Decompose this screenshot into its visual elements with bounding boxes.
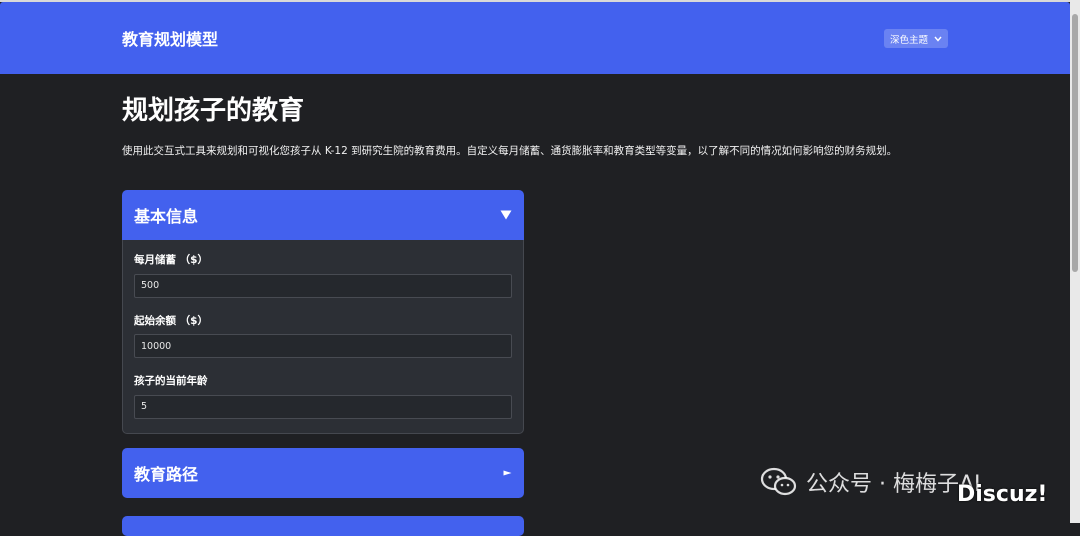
triangle-down-icon[interactable] [500, 210, 512, 220]
scrollbar-thumb[interactable] [1072, 14, 1078, 272]
panel-education-path: 教育路径 [122, 448, 524, 498]
panel-basic-info: 基本信息 每月储蓄 （$） 起始余额 （$） 孩子的当前年龄 [122, 190, 524, 434]
panel-title: 基本信息 [134, 207, 199, 226]
monthly-savings-input[interactable] [134, 273, 512, 298]
starting-balance-label: 起始余额 （$） [134, 314, 208, 327]
wechat-icon [760, 467, 797, 496]
child-age-input[interactable] [134, 394, 512, 419]
panel-title: 教育路径 [134, 465, 199, 484]
monthly-savings-label: 每月储蓄 （$） [134, 254, 208, 266]
panel-basic-info-body: 每月储蓄 （$） 起始余额 （$） 孩子的当前年龄 [122, 240, 524, 434]
page-title: 规划孩子的教育 [122, 96, 305, 126]
app-title: 教育规划模型 [122, 30, 219, 49]
starting-balance-input[interactable] [134, 334, 512, 358]
panel-next-header[interactable] [122, 516, 524, 536]
panel-education-path-header[interactable]: 教育路径 [122, 448, 524, 498]
discuz-badge: Discuz! [957, 482, 1048, 507]
panel-next [122, 516, 524, 536]
watermark-text: 公众号 · 梅梅子AI [806, 472, 981, 497]
watermark: 公众号 · 梅梅子AI [760, 466, 981, 498]
triangle-right-icon[interactable] [503, 470, 512, 476]
child-age-label: 孩子的当前年龄 [134, 375, 208, 387]
theme-select-value: 深色主题 [889, 34, 928, 46]
intro-text: 使用此交互式工具来规划和可视化您孩子从 K-12 到研究生院的教育费用。自定义每… [122, 145, 898, 157]
theme-select[interactable]: 深色主题 [884, 29, 948, 48]
app-header: 教育规划模型 深色主题 [0, 2, 1070, 74]
panel-basic-info-header[interactable]: 基本信息 [122, 190, 524, 240]
chevron-down-icon [934, 36, 942, 42]
